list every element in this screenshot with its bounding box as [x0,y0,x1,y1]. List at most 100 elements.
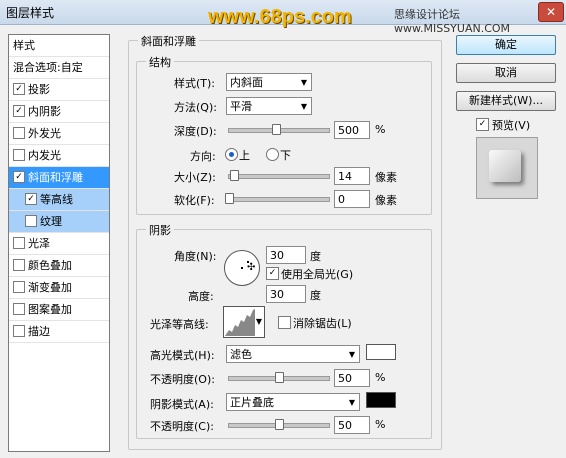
style-item-checkbox[interactable] [13,127,25,139]
style-item-3[interactable]: 内发光 [9,145,109,167]
new-style-button[interactable]: 新建样式(W)... [456,91,556,111]
style-item-label: 等高线 [40,193,73,206]
angle-dial-center [241,267,243,269]
technique-label: 方法(Q): [174,101,217,114]
style-label: 样式(T): [174,77,216,90]
angle-label: 角度(N): [174,250,217,263]
size-unit: 像素 [375,171,397,184]
bevel-emboss-title: 斜面和浮雕 [138,33,199,49]
style-item-checkbox[interactable]: ✓ [25,193,37,205]
direction-down-radio[interactable] [266,148,279,161]
check-icon: ✓ [268,268,277,278]
style-select[interactable]: 内斜面 ▼ [226,73,312,91]
styles-header[interactable]: 样式 [9,35,109,57]
shadow-color-swatch[interactable] [366,392,396,408]
altitude-input[interactable]: 30 [266,285,306,303]
highlight-opacity-slider-thumb[interactable] [275,372,284,383]
highlight-opacity-label: 不透明度(O): [150,373,215,386]
check-icon: ✓ [27,194,35,204]
style-item-4[interactable]: ✓ 斜面和浮雕 [9,167,109,189]
highlight-mode-select[interactable]: 滤色 ▼ [226,345,360,363]
size-slider-thumb[interactable] [230,170,239,181]
crosshair-icon: ✣ [247,262,256,273]
style-item-label: 投影 [28,83,50,96]
style-item-checkbox[interactable] [13,149,25,161]
check-icon: ✓ [15,172,23,182]
direction-up-label: 上 [239,149,250,162]
cancel-button[interactable]: 取消 [456,63,556,83]
style-item-label: 纹理 [40,215,62,228]
gloss-contour-picker[interactable]: ▼ [223,306,265,338]
altitude-unit: 度 [310,289,321,302]
depth-slider-thumb[interactable] [272,124,281,135]
style-item-1[interactable]: ✓ 内阴影 [9,101,109,123]
chevron-down-icon: ▼ [348,350,355,359]
style-item-8[interactable]: 颜色叠加 [9,255,109,277]
check-icon: ✓ [15,106,23,116]
structure-title: 结构 [146,54,174,70]
style-item-checkbox[interactable] [13,303,25,315]
shadow-opacity-input[interactable]: 50 [334,416,370,434]
chevron-down-icon: ▼ [300,102,307,111]
watermark-site: www.68ps.com [208,6,352,28]
shadow-mode-value: 正片叠底 [230,396,274,409]
technique-select[interactable]: 平滑 ▼ [226,97,312,115]
chevron-down-icon: ▼ [255,317,262,326]
check-icon: ✓ [478,119,487,129]
angle-input[interactable]: 30 [266,246,306,264]
style-item-7[interactable]: 光泽 [9,233,109,255]
soften-label: 软化(F): [174,194,215,207]
style-item-checkbox[interactable]: ✓ [13,105,25,117]
window-title: 图层样式 [6,6,55,20]
style-item-label: 外发光 [28,127,61,140]
highlight-color-swatch[interactable] [366,344,396,360]
shading-title: 阴影 [146,222,174,238]
direction-down-label: 下 [280,149,291,162]
close-icon: ✕ [545,5,557,19]
style-item-2[interactable]: 外发光 [9,123,109,145]
soften-slider[interactable] [228,197,330,202]
depth-input[interactable]: 500 [334,121,370,139]
shadow-mode-select[interactable]: 正片叠底 ▼ [226,393,360,411]
soften-input[interactable]: 0 [334,190,370,208]
style-item-checkbox[interactable]: ✓ [13,171,25,183]
angle-unit: 度 [310,250,321,263]
direction-up-radio[interactable] [225,148,238,161]
style-item-checkbox[interactable] [13,259,25,271]
style-item-checkbox[interactable] [13,325,25,337]
shadow-mode-label: 阴影模式(A): [150,398,214,411]
style-item-10[interactable]: 图案叠加 [9,299,109,321]
soften-unit: 像素 [375,194,397,207]
preview-label: 预览(V) [492,119,531,132]
style-item-checkbox[interactable] [13,237,25,249]
style-item-label: 图案叠加 [28,303,72,316]
style-item-label: 渐变叠加 [28,281,72,294]
size-slider[interactable] [228,174,330,179]
technique-value: 平滑 [230,100,252,113]
global-light-checkbox[interactable]: ✓ [266,267,279,280]
style-item-5[interactable]: ✓ 等高线 [9,189,109,211]
soften-slider-thumb[interactable] [225,193,234,204]
preview-checkbox[interactable]: ✓ [476,118,489,131]
antialias-checkbox[interactable] [278,316,291,329]
style-item-9[interactable]: 渐变叠加 [9,277,109,299]
style-value: 内斜面 [230,76,263,89]
gloss-contour-label: 光泽等高线: [150,318,209,331]
size-input[interactable]: 14 [334,167,370,185]
depth-label: 深度(D): [174,125,217,138]
global-light-label: 使用全局光(G) [281,268,354,281]
style-item-0[interactable]: ✓ 投影 [9,79,109,101]
style-item-11[interactable]: 描边 [9,321,109,343]
style-item-checkbox[interactable] [25,215,37,227]
blend-options-item[interactable]: 混合选项:自定 [9,57,109,79]
ok-button[interactable]: 确定 [456,35,556,55]
shadow-opacity-slider-thumb[interactable] [275,419,284,430]
contour-graph [225,308,255,336]
close-button[interactable]: ✕ [538,2,564,22]
style-item-checkbox[interactable] [13,281,25,293]
style-item-checkbox[interactable]: ✓ [13,83,25,95]
highlight-opacity-input[interactable]: 50 [334,369,370,387]
styles-list: 样式 混合选项:自定 ✓ 投影 ✓ 内阴影 外发光 内发光 ✓ 斜面和浮雕 ✓ 等高线 纹理 光泽 颜色… [8,34,110,452]
style-item-6[interactable]: 纹理 [9,211,109,233]
preview-swatch [489,150,521,182]
